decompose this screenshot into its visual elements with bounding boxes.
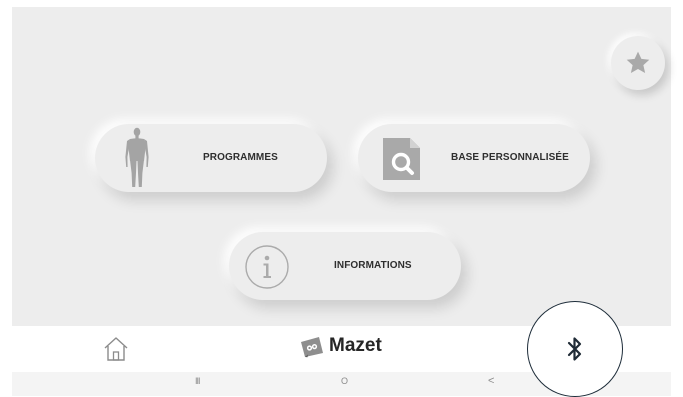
base-personnalisee-label: BASE PERSONNALISÉE xyxy=(451,152,569,163)
brand-logo: Mazet xyxy=(299,331,382,361)
document-search-icon xyxy=(383,138,420,180)
bluetooth-button[interactable] xyxy=(527,301,623,397)
home-icon[interactable] xyxy=(102,335,130,363)
system-home-button[interactable]: O xyxy=(341,376,348,386)
human-body-icon xyxy=(125,127,149,187)
back-button[interactable]: < xyxy=(488,375,494,387)
bluetooth-icon xyxy=(567,337,582,361)
programmes-button[interactable]: PROGRAMMES xyxy=(95,124,327,192)
programmes-label: PROGRAMMES xyxy=(203,152,278,163)
brand-name: Mazet xyxy=(329,335,382,356)
star-icon xyxy=(626,51,650,74)
favorites-button[interactable] xyxy=(611,36,665,90)
informations-button[interactable]: INFORMATIONS xyxy=(229,232,461,300)
info-icon xyxy=(245,245,289,289)
informations-label: INFORMATIONS xyxy=(334,260,412,271)
recents-button[interactable]: III xyxy=(195,376,200,386)
base-personnalisee-button[interactable]: BASE PERSONNALISÉE xyxy=(358,124,590,192)
mazet-logo-icon xyxy=(301,337,323,358)
